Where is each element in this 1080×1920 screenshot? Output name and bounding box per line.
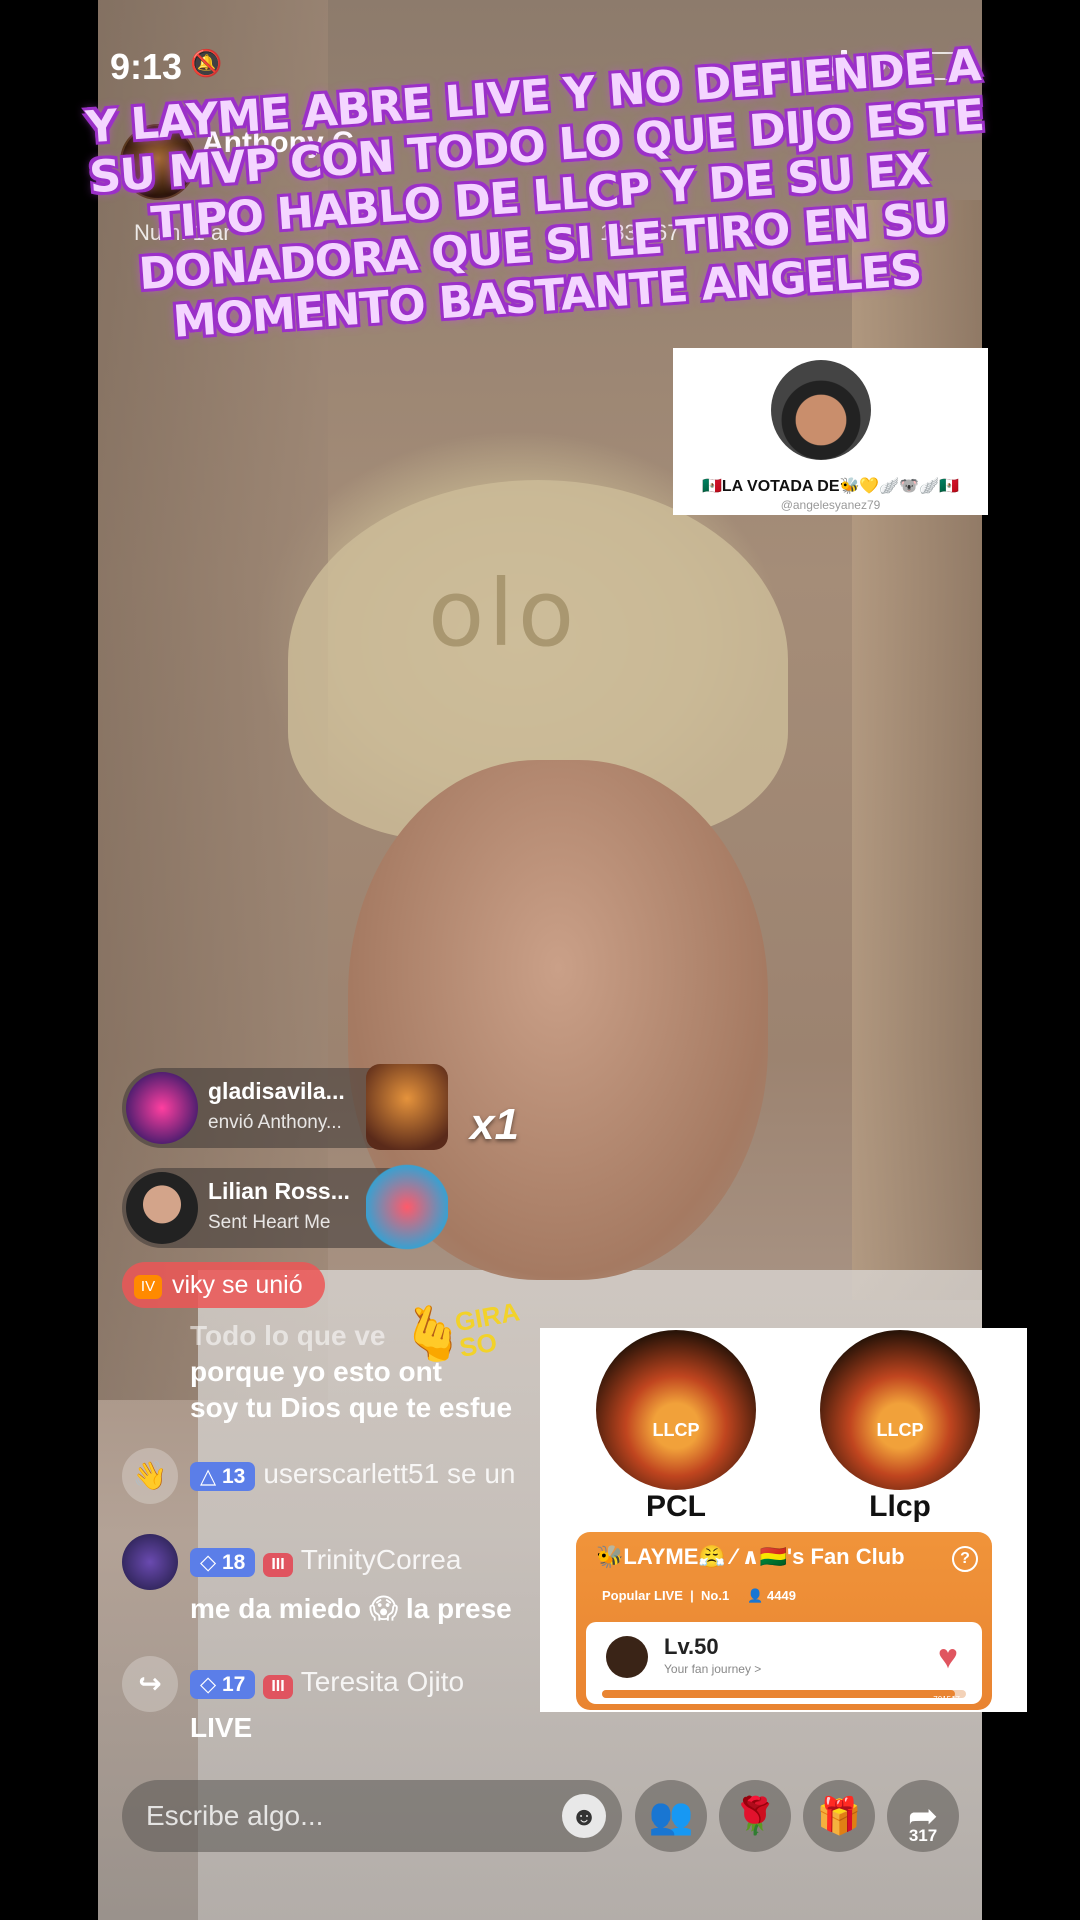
fan-progress-fill xyxy=(602,1690,956,1698)
level-badge: ◇ 17 xyxy=(190,1670,256,1699)
heart-gift-icon xyxy=(366,1164,448,1250)
gift-box-icon: 🎁 xyxy=(816,1795,862,1836)
chat-user-avatar[interactable] xyxy=(122,1534,178,1590)
fan-club-stats: Popular LIVE | No.1 👤 4449 xyxy=(602,1588,796,1603)
share-button[interactable]: ➦ 317 xyxy=(887,1780,959,1852)
fan-progress-label: 701517 xyxy=(933,1695,960,1704)
avatar-badge-text: LLCP xyxy=(876,1420,924,1440)
chat-text-line: soy tu Dios que te esfue xyxy=(190,1392,513,1423)
overlay-card-top: 🇲🇽LA VOTADA DE🐝💛🪽🐨🪽🇲🇽 @angelesyanez79 xyxy=(673,348,988,515)
overlay-card-handle: @angelesyanez79 xyxy=(780,498,881,512)
gift-sticker-text: GIRA SO xyxy=(452,1296,521,1363)
gift-text: Sent Heart Me xyxy=(208,1212,331,1233)
avatar-badge-text: LLCP xyxy=(652,1420,700,1440)
overlay-avatar xyxy=(771,360,871,460)
joined-text: viky se unió xyxy=(172,1271,303,1299)
fan-club-members: 4449 xyxy=(767,1588,796,1603)
members-icon: 👤 xyxy=(747,1588,764,1603)
fan-journey-link: Your fan journey > xyxy=(664,1662,762,1676)
fan-progress-bar xyxy=(602,1690,966,1698)
gift-combo-count: x1 xyxy=(470,1100,519,1149)
comment-placeholder: Escribe algo... xyxy=(146,1800,324,1831)
overlay-avatar-label: PCL xyxy=(646,1490,706,1523)
fan-club-card: 🐝LAYME😤 ⁄ ∧🇧🇴's Fan Club ? Popular LIVE … xyxy=(576,1532,992,1710)
overlay-card-bottom: LLCP PCL LLCP Llcp 🐝LAYME😤 ⁄ ∧🇧🇴's Fan C… xyxy=(540,1328,1027,1712)
gift-user-avatar[interactable] xyxy=(126,1072,198,1144)
gift-user-name: Lilian Ross... xyxy=(208,1178,350,1204)
people-icon: 👥 xyxy=(648,1795,694,1836)
gift-user-name: gladisavila... xyxy=(208,1078,345,1104)
overlay-avatar: LLCP xyxy=(596,1330,756,1490)
level-badge: IV xyxy=(134,1275,162,1299)
fan-level-panel: Lv.50 Your fan journey > ♥ 701517 xyxy=(586,1622,982,1704)
fan-level: Lv.50 xyxy=(664,1634,719,1659)
overlay-avatar-label: Llcp xyxy=(869,1490,931,1523)
overlay-avatar: LLCP xyxy=(820,1330,980,1490)
rose-gift-button[interactable]: 🌹 xyxy=(719,1780,791,1852)
fan-avatar xyxy=(606,1636,648,1678)
gift-user-avatar[interactable] xyxy=(126,1172,198,1244)
cap-logo: olo xyxy=(428,560,579,667)
gift-notification[interactable]: gladisavila... envió Anthony... xyxy=(122,1064,448,1150)
level-badge: ◇ 18 xyxy=(190,1548,256,1577)
gift-text: envió Anthony... xyxy=(208,1112,342,1133)
fan-badge: III xyxy=(263,1675,293,1699)
chat-text: me da miedo 😱 la prese xyxy=(190,1593,512,1624)
gift-image xyxy=(366,1064,448,1150)
emoji-icon[interactable]: ☻ xyxy=(562,1794,606,1838)
fan-club-rank: No.1 xyxy=(701,1588,730,1603)
share-count: 317 xyxy=(908,1826,938,1845)
bell-off-icon: 🔕 xyxy=(190,48,223,78)
wave-icon[interactable]: 👋 xyxy=(122,1448,178,1504)
comment-input[interactable]: Escribe algo... ☻ xyxy=(122,1780,622,1852)
share-icon[interactable]: ↪ xyxy=(122,1656,178,1712)
chat-username[interactable]: Teresita Ojito xyxy=(301,1666,464,1697)
multi-guest-button[interactable]: 👥 xyxy=(635,1780,707,1852)
fan-heart-icon: ♥ xyxy=(937,1638,958,1676)
popular-live-label: Popular LIVE xyxy=(602,1588,683,1603)
fan-badge: III xyxy=(263,1553,293,1577)
gift-notification[interactable]: Lilian Ross... Sent Heart Me xyxy=(122,1164,448,1250)
status-time: 9:13 xyxy=(110,46,183,87)
user-joined-pill: IV viky se unió xyxy=(122,1262,325,1308)
chat-username[interactable]: TrinityCorrea xyxy=(301,1544,462,1575)
chat-text: userscarlett51 se un xyxy=(263,1458,516,1489)
overlay-card-title: 🇲🇽LA VOTADA DE🐝💛🪽🐨🪽🇲🇽 xyxy=(701,478,960,495)
fan-club-title: 🐝LAYME😤 ⁄ ∧🇧🇴's Fan Club xyxy=(596,1544,905,1569)
chat-text: LIVE xyxy=(190,1712,253,1743)
help-icon: ? xyxy=(952,1546,978,1572)
rose-icon: 🌹 xyxy=(732,1795,778,1836)
gift-button[interactable]: 🎁 xyxy=(803,1780,875,1852)
level-badge: △ 13 xyxy=(190,1462,256,1491)
